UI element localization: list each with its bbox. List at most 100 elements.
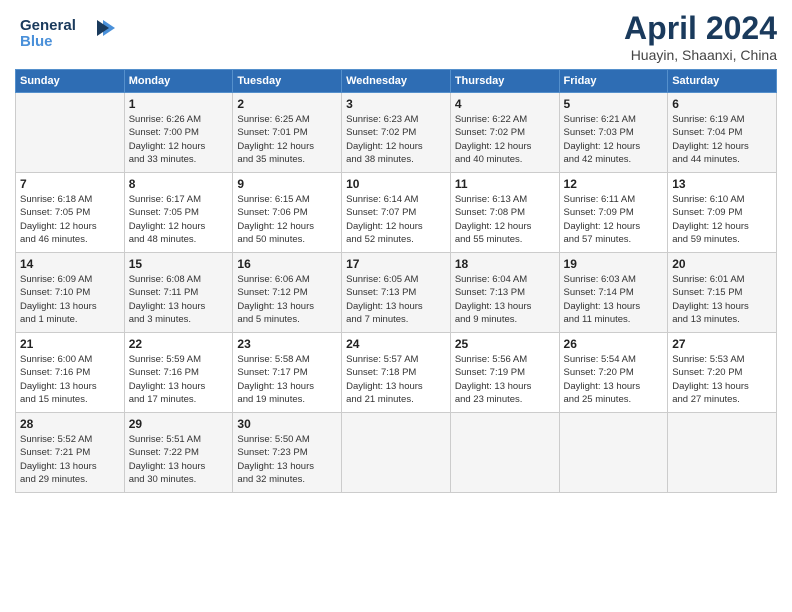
day-number: 12 (564, 177, 664, 191)
day-info: Sunrise: 6:04 AMSunset: 7:13 PMDaylight:… (455, 273, 555, 326)
day-number: 30 (237, 417, 337, 431)
weekday-header-thursday: Thursday (450, 70, 559, 93)
calendar-cell: 5 Sunrise: 6:21 AMSunset: 7:03 PMDaylight… (559, 93, 668, 173)
calendar-cell: 15Sunrise: 6:08 AMSunset: 7:11 PMDayligh… (124, 253, 233, 333)
day-info: Sunrise: 6:14 AMSunset: 7:07 PMDaylight:… (346, 193, 446, 246)
day-info: Sunrise: 6:00 AMSunset: 7:16 PMDaylight:… (20, 353, 120, 406)
day-info: Sunrise: 6:13 AMSunset: 7:08 PMDaylight:… (455, 193, 555, 246)
day-info: Sunrise: 5:57 AMSunset: 7:18 PMDaylight:… (346, 353, 446, 406)
day-info: Sunrise: 6:11 AMSunset: 7:09 PMDaylight:… (564, 193, 664, 246)
day-number: 27 (672, 337, 772, 351)
day-number: 17 (346, 257, 446, 271)
day-number: 29 (129, 417, 229, 431)
day-number: 4 (455, 97, 555, 111)
calendar-cell: 20 Sunrise: 6:01 AMSunset: 7:15 PMDayligh… (668, 253, 777, 333)
day-info: Sunrise: 6:05 AMSunset: 7:13 PMDaylight:… (346, 273, 446, 326)
calendar-cell: 2 Sunrise: 6:25 AMSunset: 7:01 PMDaylight… (233, 93, 342, 173)
calendar-cell: 6 Sunrise: 6:19 AMSunset: 7:04 PMDaylight… (668, 93, 777, 173)
day-info: Sunrise: 5:58 AMSunset: 7:17 PMDaylight:… (237, 353, 337, 406)
calendar-cell: 14Sunrise: 6:09 AMSunset: 7:10 PMDayligh… (16, 253, 125, 333)
day-info: Sunrise: 5:53 AMSunset: 7:20 PMDaylight:… (672, 353, 772, 406)
weekday-header-row: SundayMondayTuesdayWednesdayThursdayFrid… (16, 70, 777, 93)
day-number: 20 (672, 257, 772, 271)
weekday-header-monday: Monday (124, 70, 233, 93)
week-row-5: 28Sunrise: 5:52 AMSunset: 7:21 PMDayligh… (16, 413, 777, 493)
day-number: 22 (129, 337, 229, 351)
day-number: 3 (346, 97, 446, 111)
day-number: 2 (237, 97, 337, 111)
calendar-cell: 7 Sunrise: 6:18 AMSunset: 7:05 PMDaylight… (16, 173, 125, 253)
day-info: Sunrise: 5:56 AMSunset: 7:19 PMDaylight:… (455, 353, 555, 406)
calendar-cell: 10Sunrise: 6:14 AMSunset: 7:07 PMDayligh… (342, 173, 451, 253)
calendar-cell: 19 Sunrise: 6:03 AMSunset: 7:14 PMDayligh… (559, 253, 668, 333)
calendar-page: General Blue April 2024 Huayin, Shaanxi,… (0, 0, 792, 612)
title-area: April 2024 Huayin, Shaanxi, China (624, 10, 777, 63)
day-number: 18 (455, 257, 555, 271)
day-info: Sunrise: 6:17 AMSunset: 7:05 PMDaylight:… (129, 193, 229, 246)
day-info: Sunrise: 6:19 AMSunset: 7:04 PMDaylight:… (672, 113, 772, 166)
calendar-cell: 3Sunrise: 6:23 AMSunset: 7:02 PMDaylight… (342, 93, 451, 173)
calendar-cell: 28Sunrise: 5:52 AMSunset: 7:21 PMDayligh… (16, 413, 125, 493)
logo: General Blue (15, 10, 125, 60)
week-row-4: 21 Sunrise: 6:00 AMSunset: 7:16 PMDayligh… (16, 333, 777, 413)
day-number: 9 (237, 177, 337, 191)
day-number: 16 (237, 257, 337, 271)
calendar-cell: 1 Sunrise: 6:26 AMSunset: 7:00 PMDaylight… (124, 93, 233, 173)
day-number: 24 (346, 337, 446, 351)
day-info: Sunrise: 6:03 AMSunset: 7:14 PMDaylight:… (564, 273, 664, 326)
weekday-header-sunday: Sunday (16, 70, 125, 93)
day-number: 7 (20, 177, 120, 191)
day-info: Sunrise: 5:50 AMSunset: 7:23 PMDaylight:… (237, 433, 337, 486)
location: Huayin, Shaanxi, China (624, 47, 777, 63)
calendar-cell: 23 Sunrise: 5:58 AMSunset: 7:17 PMDayligh… (233, 333, 342, 413)
calendar-cell (342, 413, 451, 493)
day-number: 1 (129, 97, 229, 111)
svg-text:Blue: Blue (20, 33, 53, 50)
day-number: 25 (455, 337, 555, 351)
calendar-cell: 26Sunrise: 5:54 AMSunset: 7:20 PMDayligh… (559, 333, 668, 413)
day-info: Sunrise: 6:22 AMSunset: 7:02 PMDaylight:… (455, 113, 555, 166)
calendar-cell: 13Sunrise: 6:10 AMSunset: 7:09 PMDayligh… (668, 173, 777, 253)
calendar-table: SundayMondayTuesdayWednesdayThursdayFrid… (15, 69, 777, 493)
header: General Blue April 2024 Huayin, Shaanxi,… (15, 10, 777, 63)
calendar-cell: 17 Sunrise: 6:05 AMSunset: 7:13 PMDayligh… (342, 253, 451, 333)
day-info: Sunrise: 6:01 AMSunset: 7:15 PMDaylight:… (672, 273, 772, 326)
day-number: 11 (455, 177, 555, 191)
calendar-cell: 18 Sunrise: 6:04 AMSunset: 7:13 PMDayligh… (450, 253, 559, 333)
day-info: Sunrise: 6:15 AMSunset: 7:06 PMDaylight:… (237, 193, 337, 246)
day-info: Sunrise: 5:59 AMSunset: 7:16 PMDaylight:… (129, 353, 229, 406)
day-number: 14 (20, 257, 120, 271)
weekday-header-saturday: Saturday (668, 70, 777, 93)
calendar-cell (668, 413, 777, 493)
calendar-cell: 24 Sunrise: 5:57 AMSunset: 7:18 PMDayligh… (342, 333, 451, 413)
calendar-cell: 9 Sunrise: 6:15 AMSunset: 7:06 PMDaylight… (233, 173, 342, 253)
day-info: Sunrise: 5:54 AMSunset: 7:20 PMDaylight:… (564, 353, 664, 406)
calendar-cell: 16 Sunrise: 6:06 AMSunset: 7:12 PMDayligh… (233, 253, 342, 333)
day-info: Sunrise: 6:06 AMSunset: 7:12 PMDaylight:… (237, 273, 337, 326)
day-number: 5 (564, 97, 664, 111)
day-info: Sunrise: 5:51 AMSunset: 7:22 PMDaylight:… (129, 433, 229, 486)
day-number: 23 (237, 337, 337, 351)
week-row-3: 14Sunrise: 6:09 AMSunset: 7:10 PMDayligh… (16, 253, 777, 333)
calendar-cell: 8Sunrise: 6:17 AMSunset: 7:05 PMDaylight… (124, 173, 233, 253)
day-info: Sunrise: 5:52 AMSunset: 7:21 PMDaylight:… (20, 433, 120, 486)
weekday-header-wednesday: Wednesday (342, 70, 451, 93)
calendar-cell (16, 93, 125, 173)
calendar-cell: 12 Sunrise: 6:11 AMSunset: 7:09 PMDayligh… (559, 173, 668, 253)
day-info: Sunrise: 6:26 AMSunset: 7:00 PMDaylight:… (129, 113, 229, 166)
day-info: Sunrise: 6:21 AMSunset: 7:03 PMDaylight:… (564, 113, 664, 166)
day-number: 19 (564, 257, 664, 271)
day-number: 6 (672, 97, 772, 111)
weekday-header-friday: Friday (559, 70, 668, 93)
calendar-cell: 11 Sunrise: 6:13 AMSunset: 7:08 PMDayligh… (450, 173, 559, 253)
calendar-cell: 4 Sunrise: 6:22 AMSunset: 7:02 PMDaylight… (450, 93, 559, 173)
calendar-cell: 29 Sunrise: 5:51 AMSunset: 7:22 PMDayligh… (124, 413, 233, 493)
calendar-cell: 30 Sunrise: 5:50 AMSunset: 7:23 PMDayligh… (233, 413, 342, 493)
day-info: Sunrise: 6:18 AMSunset: 7:05 PMDaylight:… (20, 193, 120, 246)
day-info: Sunrise: 6:25 AMSunset: 7:01 PMDaylight:… (237, 113, 337, 166)
week-row-2: 7 Sunrise: 6:18 AMSunset: 7:05 PMDaylight… (16, 173, 777, 253)
day-number: 21 (20, 337, 120, 351)
week-row-1: 1 Sunrise: 6:26 AMSunset: 7:00 PMDaylight… (16, 93, 777, 173)
day-number: 15 (129, 257, 229, 271)
day-number: 13 (672, 177, 772, 191)
